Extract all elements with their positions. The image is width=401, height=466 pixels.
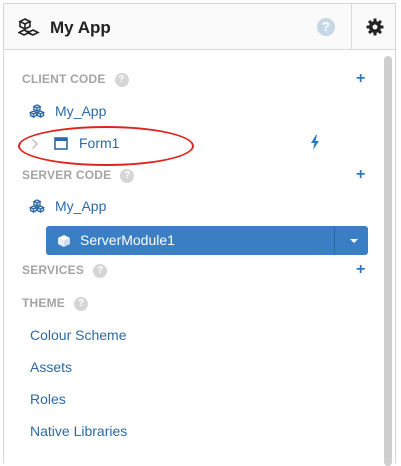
theme-native-libraries-link[interactable]: Native Libraries <box>30 423 127 439</box>
client-code-help-icon[interactable]: ? <box>114 72 129 87</box>
dropdown-divider <box>334 226 335 255</box>
server-module-label: ServerModule1 <box>80 232 175 248</box>
client-module-my-app[interactable]: My_App <box>29 103 229 123</box>
add-service-button[interactable]: + <box>356 262 365 278</box>
client-module-label: My_App <box>55 103 107 119</box>
app-sidebar-panel: My App ? CLIENT CODE? + My_App Form1 SER… <box>3 3 396 466</box>
theme-title: THEME <box>22 296 65 310</box>
theme-help-icon[interactable]: ? <box>74 296 88 311</box>
add-server-code-button[interactable]: + <box>356 167 365 183</box>
help-icon[interactable]: ? <box>317 18 335 36</box>
cube-icon <box>58 235 70 247</box>
theme-assets-link[interactable]: Assets <box>30 359 72 375</box>
server-code-title: SERVER CODE <box>22 168 112 182</box>
app-header: My App ? <box>4 4 395 50</box>
settings-button[interactable] <box>351 4 397 50</box>
highlight-annotation-oval <box>18 126 194 166</box>
server-package-label: My_App <box>55 198 107 214</box>
server-module-my-app[interactable]: My_App <box>29 198 229 218</box>
services-header: SERVICES? <box>22 263 108 278</box>
startup-lightning-icon[interactable] <box>310 135 320 150</box>
server-module-servermodule1[interactable]: ServerModule1 <box>46 226 368 255</box>
module-options-dropdown[interactable] <box>340 226 368 255</box>
caret-down-icon <box>350 238 358 243</box>
app-title: My App <box>50 18 111 37</box>
scrollbar[interactable] <box>384 56 392 466</box>
services-help-icon[interactable]: ? <box>93 263 108 278</box>
services-title: SERVICES <box>22 263 85 277</box>
client-code-title: CLIENT CODE <box>22 72 106 86</box>
app-cubes-icon <box>18 18 40 36</box>
package-icon <box>29 104 45 118</box>
theme-header: THEME? <box>22 296 88 311</box>
theme-colour-scheme-link[interactable]: Colour Scheme <box>30 327 127 343</box>
package-icon <box>29 199 45 213</box>
client-code-header: CLIENT CODE? <box>22 72 129 87</box>
server-code-help-icon[interactable]: ? <box>120 168 135 183</box>
add-client-code-button[interactable]: + <box>356 71 365 87</box>
theme-roles-link[interactable]: Roles <box>30 391 66 407</box>
gear-icon <box>366 18 383 36</box>
server-code-header: SERVER CODE? <box>22 168 135 183</box>
